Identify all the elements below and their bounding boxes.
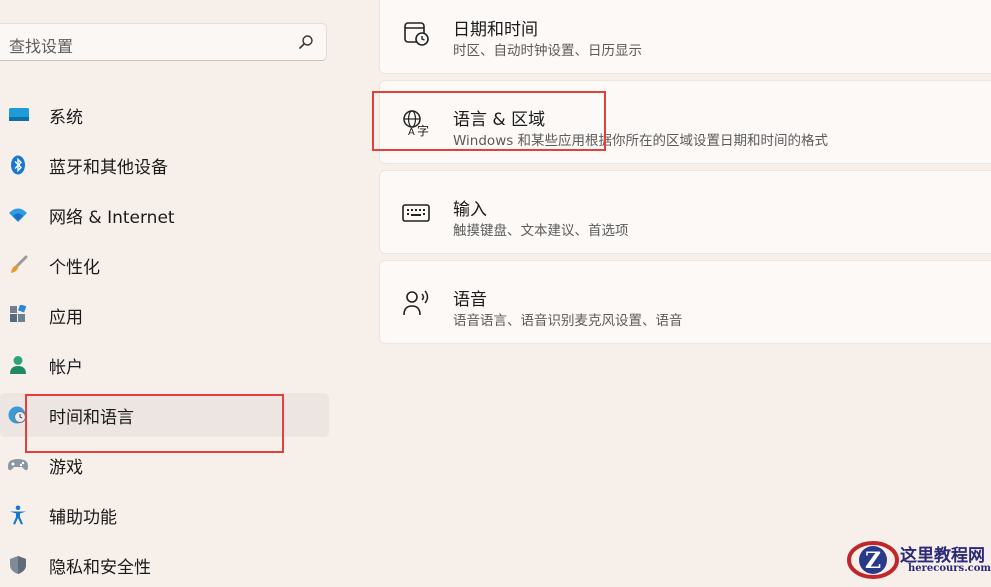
gamepad-icon bbox=[8, 459, 28, 471]
card-typing[interactable]: 输入 触摸键盘、文本建议、首选项 bbox=[379, 170, 991, 254]
search-box[interactable]: 查找设置 bbox=[0, 23, 327, 61]
sidebar-item-label: 游戏 bbox=[49, 458, 83, 478]
search-icon bbox=[299, 35, 313, 49]
sidebar-item-accessibility[interactable]: 辅助功能 bbox=[0, 493, 329, 537]
shield-icon bbox=[10, 556, 26, 574]
accessibility-icon bbox=[10, 505, 26, 525]
card-date-time[interactable]: 日期和时间 时区、自动时钟设置、日历显示 bbox=[379, 0, 991, 74]
sidebar-item-label: 蓝牙和其他设备 bbox=[49, 158, 168, 178]
sidebar-item-accounts[interactable]: 帐户 bbox=[0, 343, 329, 387]
sidebar-item-label: 辅助功能 bbox=[49, 508, 117, 528]
card-title: 日期和时间 bbox=[453, 20, 538, 40]
sidebar-item-apps[interactable]: 应用 bbox=[0, 293, 329, 337]
card-subtitle: 语音语言、语音识别麦克风设置、语音 bbox=[453, 313, 683, 329]
apps-icon bbox=[10, 305, 27, 322]
card-subtitle: 时区、自动时钟设置、日历显示 bbox=[453, 43, 642, 59]
sidebar-item-label: 个性化 bbox=[49, 258, 100, 278]
sidebar-item-label: 网络 & Internet bbox=[49, 208, 175, 228]
card-subtitle: 触摸键盘、文本建议、首选项 bbox=[453, 223, 629, 239]
sidebar-item-network[interactable]: 网络 & Internet bbox=[0, 193, 329, 237]
sidebar-item-system[interactable]: 系统 bbox=[0, 93, 329, 137]
bluetooth-icon bbox=[11, 155, 25, 175]
sidebar-item-label: 隐私和安全性 bbox=[49, 558, 151, 578]
watermark-logo-letter: Z bbox=[865, 548, 881, 574]
highlight-box-language-region bbox=[372, 91, 606, 151]
keyboard-icon bbox=[402, 204, 430, 222]
sidebar-item-bluetooth[interactable]: 蓝牙和其他设备 bbox=[0, 143, 329, 187]
card-title: 语音 bbox=[453, 290, 487, 310]
highlight-box-time-language bbox=[25, 394, 284, 453]
speech-icon bbox=[403, 290, 429, 316]
monitor-icon bbox=[9, 108, 29, 121]
user-icon bbox=[10, 356, 26, 374]
sidebar-item-label: 系统 bbox=[49, 108, 83, 128]
sidebar-item-label: 帐户 bbox=[49, 358, 83, 378]
search-input[interactable]: 查找设置 bbox=[9, 33, 73, 57]
sidebar-item-privacy[interactable]: 隐私和安全性 bbox=[0, 543, 329, 587]
paintbrush-icon bbox=[11, 255, 28, 273]
sidebar-item-label: 应用 bbox=[49, 308, 83, 328]
watermark-url: herecours.com bbox=[908, 563, 991, 574]
calendar-clock-icon bbox=[404, 22, 429, 46]
card-speech[interactable]: 语音 语音语言、语音识别麦克风设置、语音 bbox=[379, 260, 991, 344]
wifi-icon bbox=[9, 208, 27, 222]
card-title: 输入 bbox=[453, 200, 487, 220]
sidebar-item-personalization[interactable]: 个性化 bbox=[0, 243, 329, 287]
